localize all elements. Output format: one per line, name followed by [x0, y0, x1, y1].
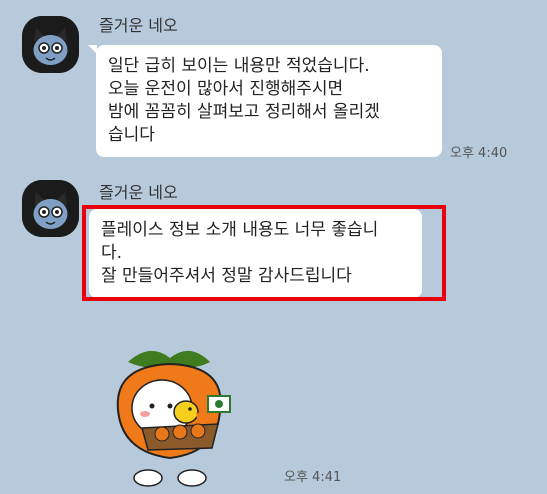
neo-cat-icon	[22, 180, 79, 237]
sender-name: 즐거운 네오	[99, 16, 178, 35]
message-bubble[interactable]: 일단 급히 보이는 내용만 적었습니다. 오늘 운전이 많아서 진행해주시면 밤…	[96, 45, 442, 157]
message-text-line: 일단 급히 보이는 내용만 적었습니다.	[108, 56, 370, 76]
message-timestamp: 오후 4:40	[450, 146, 508, 161]
message-text-line: 플레이스 정보 소개 내용도 너무 좋습니	[101, 220, 379, 240]
avatar[interactable]	[22, 16, 79, 73]
neo-cat-icon	[22, 16, 79, 73]
sticker-timestamp: 오후 4:41	[284, 470, 342, 485]
message-text-line: 잘 만들어주셔서 정말 감사드립니다	[101, 266, 352, 286]
message-text-line: 다.	[101, 243, 123, 263]
sender-name: 즐거운 네오	[99, 183, 178, 202]
message-text-line: 습니다	[108, 125, 155, 145]
persimmon-character-sticker-icon	[116, 350, 231, 487]
message-text-line: 오늘 운전이 많아서 진행해주시면	[108, 79, 344, 99]
avatar[interactable]	[22, 180, 79, 237]
sticker[interactable]	[100, 340, 240, 490]
message-bubble[interactable]: 플레이스 정보 소개 내용도 너무 좋습니 다. 잘 만들어주셔서 정말 감사드…	[89, 209, 422, 298]
message-text-line: 밤에 꼼꼼히 살펴보고 정리해서 올리겠	[108, 102, 380, 122]
